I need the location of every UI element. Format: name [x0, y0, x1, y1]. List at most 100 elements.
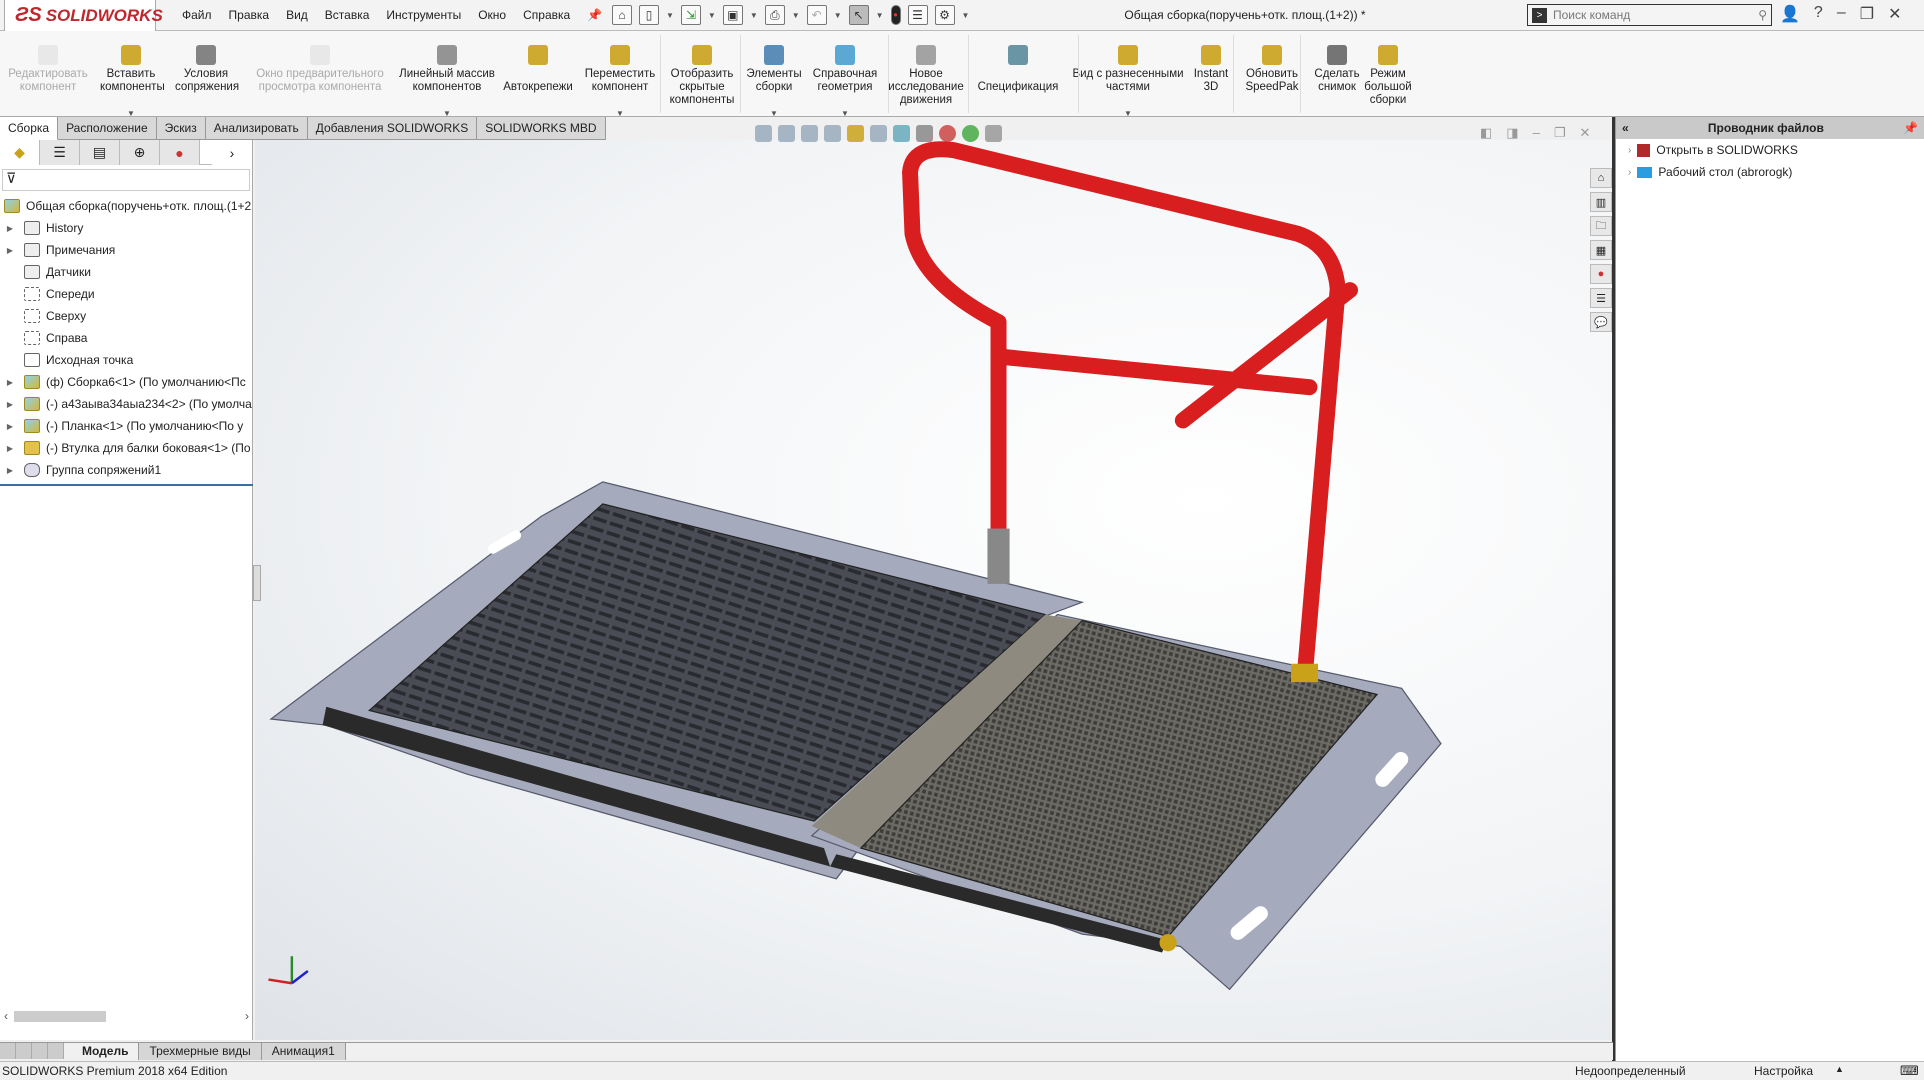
restore-button[interactable]: ❐ — [1860, 4, 1874, 24]
tab-3d-views[interactable]: Трехмерные виды — [139, 1043, 261, 1060]
tree-filter-icon[interactable]: ⊽ — [2, 169, 250, 191]
rebuild-icon[interactable]: • — [891, 5, 901, 25]
ribbon-button-11[interactable]: Спецификация — [975, 45, 1061, 107]
prev-tab-icon[interactable] — [16, 1043, 32, 1059]
panel-tabs-more-icon[interactable]: › — [212, 140, 252, 165]
view-palette-icon[interactable]: ▦ — [1590, 240, 1612, 260]
menu-insert[interactable]: Вставка — [325, 8, 370, 22]
expand-arrow-icon[interactable]: ▶ — [4, 378, 16, 387]
ribbon-button-4[interactable]: Линейный массивкомпонентов ▼ — [392, 45, 502, 120]
search-icon[interactable]: ⚲ — [1758, 8, 1767, 22]
file-explorer-icon[interactable]: 🗀 — [1590, 216, 1612, 236]
solidworks-resources-icon[interactable]: ⌂ — [1590, 168, 1612, 188]
ribbon-button-7[interactable]: Отобразитьскрытыекомпоненты — [664, 45, 740, 107]
ribbon-button-9[interactable]: Справочнаягеометрия ▼ — [808, 45, 882, 120]
tab-mbd[interactable]: SOLIDWORKS MBD — [477, 117, 605, 140]
command-search-input[interactable]: > Поиск команд ⚲ — [1527, 4, 1772, 26]
zoom-to-fit-icon[interactable] — [755, 125, 772, 142]
menu-view[interactable]: Вид — [286, 8, 308, 22]
doc-close-button[interactable]: ✕ — [1579, 125, 1590, 141]
expand-arrow-icon[interactable]: ▶ — [4, 466, 16, 475]
tab-addins[interactable]: Добавления SOLIDWORKS — [308, 117, 478, 140]
doc-restore-button[interactable]: ❐ — [1554, 125, 1566, 141]
assembly-model[interactable] — [255, 140, 1613, 1040]
pin-icon[interactable]: 📌 — [587, 8, 602, 22]
tile-left-icon[interactable]: ◧ — [1480, 125, 1492, 141]
expand-arrow-icon[interactable]: ▶ — [4, 246, 16, 255]
tree-item[interactable]: ▶(-) Втулка для балки боковая<1> (По — [0, 437, 252, 459]
forum-icon[interactable]: 💬 — [1590, 312, 1612, 332]
hide-show-icon[interactable] — [916, 125, 933, 142]
select-icon[interactable]: ↖ — [849, 5, 869, 25]
dropdown-arrow-icon[interactable]: ▼ — [1068, 107, 1188, 120]
ribbon-button-8[interactable]: Элементысборки ▼ — [745, 45, 803, 120]
keyboard-icon[interactable]: ⌨ — [1900, 1063, 1919, 1079]
list-item-open-in-solidworks[interactable]: ›Открыть в SOLIDWORKS — [1616, 139, 1924, 161]
tree-item[interactable]: ▶Примечания — [0, 239, 252, 261]
open-icon[interactable]: ⇲ — [681, 5, 701, 25]
ribbon-button-2[interactable]: Условиясопряжения — [175, 45, 237, 107]
minimize-button[interactable]: – — [1837, 4, 1846, 24]
tree-item[interactable]: Спереди — [0, 283, 252, 305]
save-icon[interactable]: ▣ — [723, 5, 743, 25]
dynamic-annotation-icon[interactable] — [847, 125, 864, 142]
menu-edit[interactable]: Правка — [229, 8, 270, 22]
tab-layout[interactable]: Расположение — [58, 117, 157, 140]
edit-appearance-icon[interactable] — [939, 125, 956, 142]
expand-arrow-icon[interactable]: ▶ — [4, 224, 16, 233]
appearances-icon[interactable]: ● — [1590, 264, 1612, 284]
tab-animation[interactable]: Анимация1 — [262, 1043, 346, 1060]
undo-icon[interactable]: ↶ — [807, 5, 827, 25]
tile-right-icon[interactable]: ◨ — [1506, 125, 1518, 141]
tree-item[interactable]: ▶(-) а43аыва34аыа234<2> (По умолча — [0, 393, 252, 415]
ribbon-button-6[interactable]: Переместитькомпонент ▼ — [582, 45, 658, 120]
print-icon[interactable]: ⎙ — [765, 5, 785, 25]
tab-model[interactable]: Модель — [72, 1043, 139, 1060]
solidworks-logo[interactable]: ƧSSOLIDWORKS — [4, 0, 156, 32]
display-style-icon[interactable] — [893, 125, 910, 142]
ribbon-button-0[interactable]: Редактироватькомпонент — [8, 45, 88, 107]
tree-item[interactable]: ▶(-) Планка<1> (По умолчанию<По у — [0, 415, 252, 437]
tab-sketch[interactable]: Эскиз — [157, 117, 206, 140]
ribbon-button-12[interactable]: Вид с разнесеннымичастями ▼ — [1068, 45, 1188, 120]
new-document-icon[interactable]: ▯ — [639, 5, 659, 25]
next-tab-icon[interactable] — [32, 1043, 48, 1059]
tab-evaluate[interactable]: Анализировать — [206, 117, 308, 140]
custom-properties-icon[interactable]: ☰ — [1590, 288, 1612, 308]
property-manager-tab-icon[interactable]: ☰ — [40, 140, 80, 165]
dropdown-arrow-icon[interactable]: ▼ — [745, 107, 803, 120]
menu-file[interactable]: Файл — [182, 8, 212, 22]
help-icon[interactable]: ? — [1814, 4, 1823, 24]
design-library-icon[interactable]: ▥ — [1590, 192, 1612, 212]
ribbon-button-1[interactable]: Вставитькомпоненты ▼ — [100, 45, 162, 120]
list-item-desktop[interactable]: ›Рабочий стол (abrorogk) — [1616, 161, 1924, 183]
view-orientation-icon[interactable] — [870, 125, 887, 142]
menu-help[interactable]: Справка — [523, 8, 570, 22]
menu-tools[interactable]: Инструменты — [386, 8, 461, 22]
tree-item[interactable]: Справа — [0, 327, 252, 349]
tree-item[interactable]: Исходная точка — [0, 349, 252, 371]
doc-minimize-button[interactable]: – — [1533, 125, 1540, 141]
tree-root-assembly[interactable]: Общая сборка(поручень+отк. площ.(1+2 — [0, 195, 252, 217]
panel-collapse-handle[interactable] — [253, 565, 261, 601]
menu-window[interactable]: Окно — [478, 8, 506, 22]
display-manager-tab-icon[interactable]: ● — [160, 140, 200, 165]
dropdown-arrow-icon[interactable]: ▼ — [808, 107, 882, 120]
expand-arrow-icon[interactable]: ▶ — [4, 422, 16, 431]
graphics-area[interactable] — [255, 140, 1613, 1040]
ribbon-button-5[interactable]: Автокрепежи — [500, 45, 576, 107]
view-settings-icon[interactable] — [985, 125, 1002, 142]
options-gear-icon[interactable]: ⚙ — [935, 5, 955, 25]
user-icon[interactable]: 👤 — [1780, 4, 1800, 24]
close-button[interactable]: ✕ — [1888, 4, 1901, 24]
last-tab-icon[interactable] — [48, 1043, 64, 1059]
dimxpert-tab-icon[interactable]: ⊕ — [120, 140, 160, 165]
file-properties-icon[interactable]: ☰ — [908, 5, 928, 25]
ribbon-button-14[interactable]: ОбновитьSpeedPak — [1242, 45, 1302, 107]
tab-assembly[interactable]: Сборка — [0, 117, 58, 140]
tree-item[interactable]: ▶(ф) Сборка6<1> (По умолчанию<Пс — [0, 371, 252, 393]
expand-arrow-icon[interactable]: ▶ — [4, 400, 16, 409]
ribbon-button-3[interactable]: Окно предварительногопросмотра компонент… — [250, 45, 390, 107]
configuration-tab-icon[interactable]: ▤ — [80, 140, 120, 165]
ribbon-button-13[interactable]: Instant3D — [1190, 45, 1232, 107]
